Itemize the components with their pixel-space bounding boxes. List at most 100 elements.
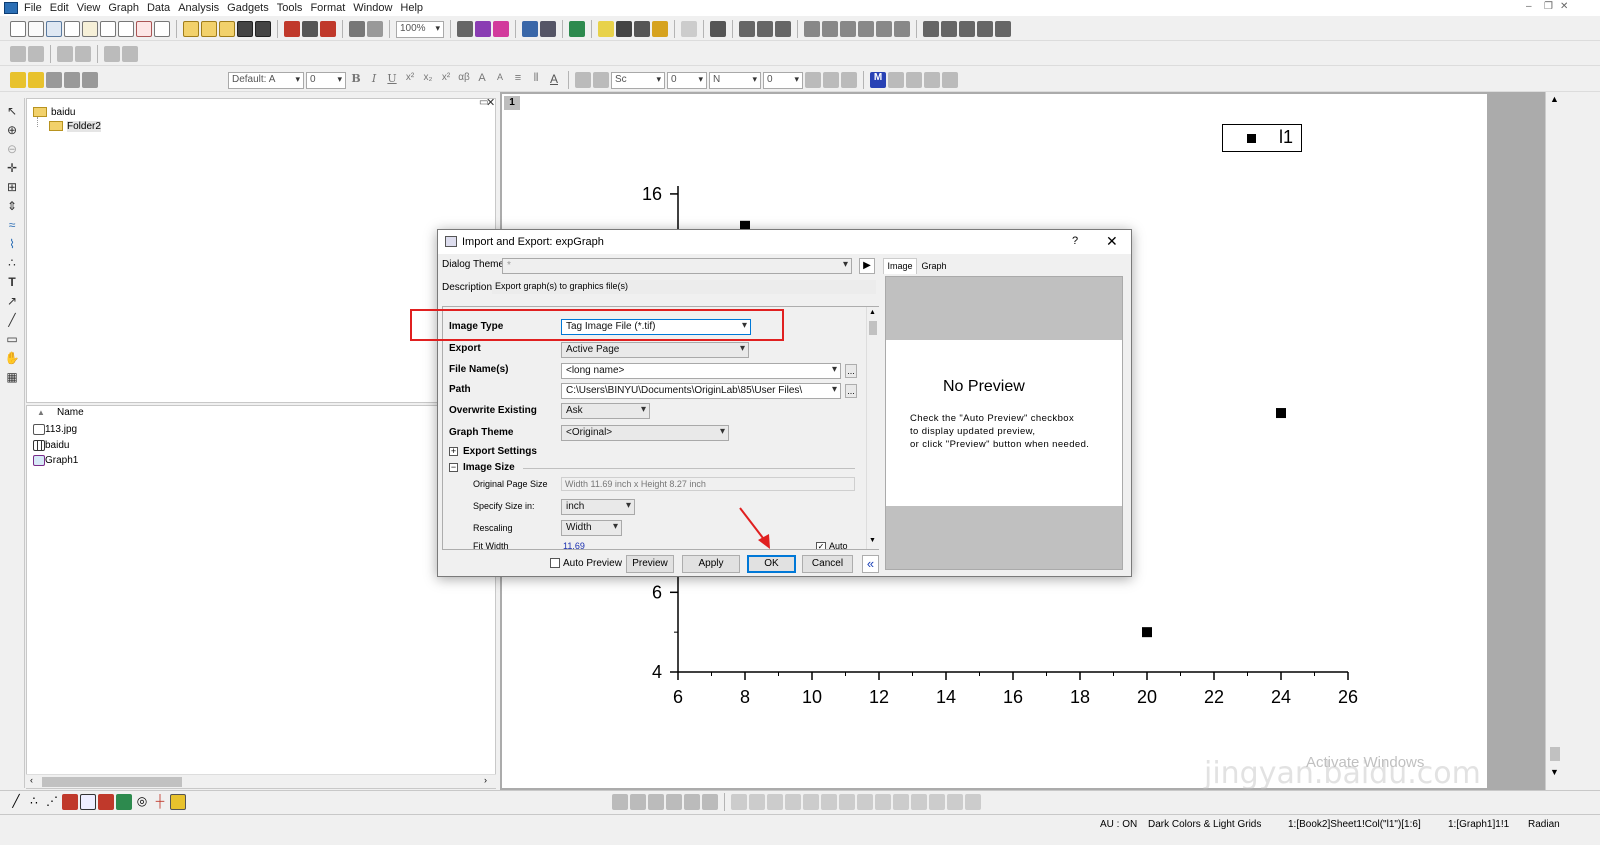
data-selector-tool-icon[interactable]: ⇕ <box>4 199 20 213</box>
column-plot-icon[interactable] <box>62 794 78 810</box>
underline-icon[interactable]: U <box>384 72 400 88</box>
font-combo[interactable]: Default: A <box>228 71 304 89</box>
axis-all-icon[interactable] <box>894 21 910 37</box>
scroll-left-icon[interactable]: ‹ <box>30 775 33 785</box>
layer-4-icon[interactable] <box>775 21 791 37</box>
open-template-icon[interactable] <box>201 21 217 37</box>
line-style-combo[interactable]: Sc <box>611 71 665 89</box>
results-log-icon[interactable] <box>569 21 585 37</box>
distribute-icon[interactable] <box>924 72 940 88</box>
overwrite-combo[interactable]: Ask <box>561 403 650 419</box>
menu-help[interactable]: Help <box>400 2 431 14</box>
line-tool-icon[interactable]: ╱ <box>4 313 20 327</box>
tab-graph[interactable]: Graph <box>918 259 950 274</box>
fit-width-value[interactable]: 11.69 <box>563 541 585 549</box>
auto-checkbox[interactable]: ✓ Auto <box>816 541 848 549</box>
menu-data[interactable]: Data <box>147 2 178 14</box>
same-height-icon[interactable] <box>857 794 873 810</box>
import-wizard-icon[interactable] <box>320 21 336 37</box>
horizontal-scrollbar[interactable]: ‹ › <box>26 774 496 788</box>
script-window-icon[interactable] <box>634 21 650 37</box>
3d-wire-icon[interactable] <box>666 794 682 810</box>
contour-icon[interactable] <box>702 794 718 810</box>
3d-rotate-icon[interactable] <box>612 794 628 810</box>
dialog-titlebar[interactable]: Import and Export: expGraph ? ✕ <box>438 230 1131 254</box>
scroll-down-icon[interactable]: ▼ <box>1550 767 1559 777</box>
greek-icon[interactable]: αβ <box>456 72 472 88</box>
vertical-scrollbar[interactable]: ▲ ▼ <box>1545 92 1564 790</box>
scroll-down-icon[interactable]: ▼ <box>869 537 876 544</box>
group-icon[interactable] <box>46 72 62 88</box>
dialog-close-button[interactable]: ✕ <box>1106 233 1118 250</box>
column-down-icon[interactable] <box>28 46 44 62</box>
export-page-icon[interactable] <box>493 21 509 37</box>
column-name-header[interactable]: Name <box>57 407 84 418</box>
scroll-thumb[interactable] <box>1550 747 1560 761</box>
recalculate-icon[interactable] <box>367 21 383 37</box>
scroll-up-icon[interactable]: ▲ <box>869 309 876 316</box>
align-right-icon[interactable] <box>749 794 765 810</box>
align-vcenter-icon[interactable] <box>803 794 819 810</box>
custom-routine-icon[interactable] <box>652 21 668 37</box>
file-name-combo[interactable]: <long name> <box>561 363 841 379</box>
menu-file[interactable]: File <box>24 2 50 14</box>
project-explorer-icon[interactable] <box>540 21 556 37</box>
sort-icon[interactable]: ▲ <box>37 408 45 417</box>
set-y-icon[interactable] <box>75 46 91 62</box>
scroll-right-icon[interactable]: › <box>484 775 487 785</box>
tab-image[interactable]: Image <box>883 258 917 274</box>
list-item[interactable]: Graph1 <box>33 455 78 466</box>
export-settings-label[interactable]: Export Settings <box>463 446 537 457</box>
supersub-icon[interactable]: x² <box>438 72 454 88</box>
axis-b-icon[interactable] <box>822 21 838 37</box>
scatter-plot-icon[interactable]: ∴ <box>26 794 42 810</box>
apply-button[interactable]: Apply <box>682 555 740 573</box>
save-project-icon[interactable] <box>237 21 253 37</box>
hand-tool-icon[interactable]: ✋ <box>4 351 20 365</box>
stock-plot-icon[interactable]: ┼ <box>152 794 168 810</box>
restore-icon[interactable]: ❐ <box>1544 1 1553 12</box>
fill-size-combo[interactable]: 0 <box>763 71 803 89</box>
graph-theme-combo[interactable]: <Original> <box>561 425 729 441</box>
same-width-icon[interactable] <box>839 794 855 810</box>
minimize-icon[interactable]: – <box>1526 1 1532 12</box>
help-button[interactable]: ? <box>1072 235 1078 247</box>
align-hcenter-icon[interactable] <box>821 794 837 810</box>
scroll-thumb[interactable] <box>869 321 877 335</box>
menu-gadgets[interactable]: Gadgets <box>227 2 277 14</box>
fill-color-icon[interactable] <box>575 72 591 88</box>
move-left-icon[interactable] <box>104 46 120 62</box>
layer-2-icon[interactable] <box>757 21 773 37</box>
3d-tilt-icon[interactable] <box>630 794 646 810</box>
decrease-font-icon[interactable]: A <box>492 72 508 88</box>
rectangle-tool-icon[interactable]: ▭ <box>4 332 20 346</box>
copy-page-icon[interactable] <box>475 21 491 37</box>
align-bottom-icon[interactable] <box>785 794 801 810</box>
file-name-browse-button[interactable]: ... <box>845 364 857 378</box>
screen-reader-tool-icon[interactable]: ✛ <box>4 161 20 175</box>
folder-baidu[interactable]: baidu <box>33 107 75 118</box>
expand-icon[interactable]: + <box>449 447 458 456</box>
refresh-icon[interactable] <box>522 21 538 37</box>
data-picker-tool-icon[interactable]: ≈ <box>4 218 20 232</box>
new-worksheet-icon[interactable] <box>28 21 44 37</box>
grid-icon[interactable] <box>923 21 939 37</box>
auto-preview-checkbox[interactable]: Auto Preview <box>550 558 622 569</box>
arrow-tool-icon[interactable]: ↗ <box>4 294 20 308</box>
menu-view[interactable]: View <box>77 2 109 14</box>
layer-1-icon[interactable] <box>739 21 755 37</box>
code-builder-icon[interactable] <box>598 21 614 37</box>
screen-reader-icon[interactable] <box>942 72 958 88</box>
axis-lb-icon[interactable] <box>876 21 892 37</box>
menu-edit[interactable]: Edit <box>50 2 77 14</box>
import-multiple-icon[interactable] <box>302 21 318 37</box>
3d-surface-icon[interactable] <box>648 794 664 810</box>
ok-button[interactable]: OK <box>747 555 796 573</box>
front-icon[interactable] <box>82 72 98 88</box>
settings-scrollbar[interactable]: ▲ ▼ <box>866 307 879 549</box>
subscript-icon[interactable]: x₂ <box>420 72 436 88</box>
specify-size-combo[interactable]: inch <box>561 499 635 515</box>
new-project-icon[interactable] <box>10 21 26 37</box>
preview-button[interactable]: Preview <box>626 555 674 573</box>
duplicate-icon[interactable] <box>349 21 365 37</box>
